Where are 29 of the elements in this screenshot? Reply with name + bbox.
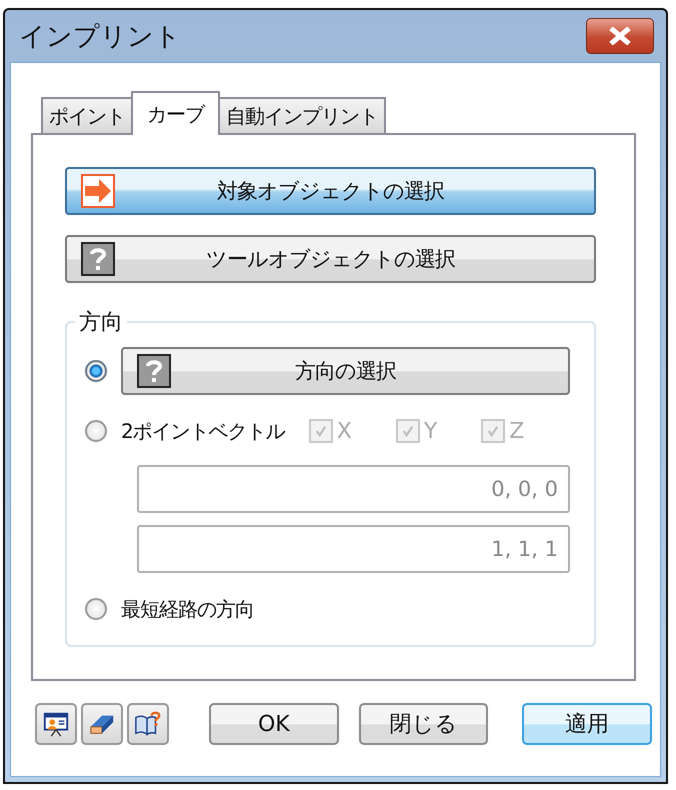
tab[interactable]: カーブ bbox=[131, 91, 220, 135]
help-icon bbox=[137, 354, 171, 388]
dialog-button[interactable]: OK bbox=[209, 703, 339, 745]
radio-button[interactable] bbox=[85, 598, 107, 620]
window-title: インプリント bbox=[19, 20, 181, 54]
select-button[interactable]: 対象オブジェクトの選択 bbox=[65, 167, 596, 215]
checkbox-label: Y bbox=[424, 418, 438, 444]
checkbox-label: Z bbox=[509, 418, 524, 444]
select-button[interactable]: ツールオブジェクトの選択 bbox=[65, 235, 596, 283]
select-button[interactable]: 方向の選択 bbox=[121, 347, 570, 395]
tab[interactable]: ポイント bbox=[41, 97, 133, 133]
check-icon bbox=[486, 424, 500, 438]
close-icon bbox=[607, 27, 633, 45]
help-icon bbox=[81, 242, 115, 276]
radio-button[interactable] bbox=[85, 360, 107, 382]
check-icon bbox=[314, 424, 328, 438]
book-question-icon bbox=[134, 710, 162, 738]
tab[interactable]: 自動インプリント bbox=[218, 97, 386, 133]
close-button[interactable] bbox=[586, 18, 654, 54]
presentation-icon bbox=[42, 710, 70, 738]
eraser-button[interactable] bbox=[81, 703, 123, 745]
radio-label: 2ポイントベクトル bbox=[121, 418, 285, 444]
radio-label: 最短経路の方向 bbox=[121, 596, 254, 622]
dialog-button[interactable]: 適用 bbox=[522, 703, 652, 745]
help-button[interactable] bbox=[127, 703, 169, 745]
presentation-button[interactable] bbox=[35, 703, 77, 745]
check-icon bbox=[400, 424, 415, 438]
checkbox-label: X bbox=[336, 418, 352, 444]
dialog-button[interactable]: 閉じる bbox=[358, 703, 488, 745]
